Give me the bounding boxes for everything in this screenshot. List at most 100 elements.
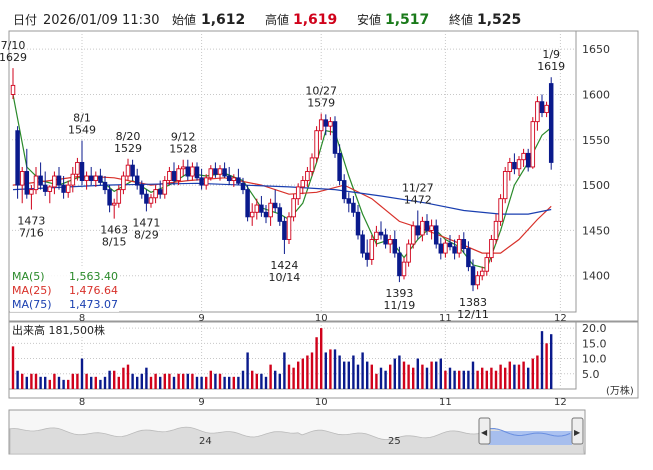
volume-bar xyxy=(113,370,116,389)
extreme-annotation: 1463 8/15 xyxy=(100,224,128,249)
volume-bar xyxy=(416,358,419,389)
volume-bar xyxy=(140,373,143,389)
volume-bar xyxy=(435,361,438,389)
volume-bar xyxy=(384,370,387,389)
ma-legend-name: MA(75) xyxy=(12,298,52,311)
volume-bar xyxy=(398,355,401,389)
volume-bar xyxy=(462,370,465,389)
volume-bar xyxy=(34,373,38,389)
volume-bar xyxy=(490,367,493,389)
volume-bar xyxy=(30,373,33,389)
volume-label: 出来高 181,500株 xyxy=(12,323,105,337)
ma-legend-name: MA(25) xyxy=(12,284,52,297)
volume-bar xyxy=(508,361,511,389)
volume-month-tick-label: 8 xyxy=(79,397,85,408)
ma-legend-name: MA(5) xyxy=(12,270,45,283)
date-value: 2026/01/09 11:30 xyxy=(43,13,160,28)
volume-bar xyxy=(209,370,212,389)
navigator-right-arrow-icon: ▶ xyxy=(574,428,581,437)
volume-bar xyxy=(292,367,295,389)
volume-month-axis: 8910111226/1 xyxy=(79,397,567,408)
volume-bar xyxy=(126,364,130,389)
candle xyxy=(286,212,292,245)
volume-axis: 20.0 15.0 10.0 5.0 xyxy=(582,322,607,381)
volume-bar xyxy=(467,370,470,389)
volume-bar xyxy=(25,376,28,389)
volume-bar xyxy=(200,376,203,389)
low-label: 安値 xyxy=(357,12,381,27)
ma-legend: MA(5) 1,563.40 MA(25) 1,476.64 MA(75) 1,473.0… xyxy=(10,266,119,312)
extreme-annotation: 1393 11/19 xyxy=(384,287,416,312)
price-axis: 1400 1450 1500 1550 1600 1650 xyxy=(582,43,610,283)
extreme-annotation: 10/27 1579 xyxy=(305,84,337,109)
price-tick-label: 1500 xyxy=(582,179,610,192)
volume-bar xyxy=(186,373,189,389)
volume-bar xyxy=(177,373,180,389)
volume-bar xyxy=(444,370,447,389)
volume-bar xyxy=(205,376,208,389)
volume-bar xyxy=(329,349,332,389)
volume-bar xyxy=(71,373,74,389)
volume-bar xyxy=(287,364,291,389)
volume-bar xyxy=(264,376,268,389)
volume-bar xyxy=(57,376,61,389)
extreme-annotation: 8/20 1529 xyxy=(114,130,142,155)
navigator-label-24: 24 xyxy=(199,436,212,447)
volume-bar xyxy=(517,364,521,389)
volume-month-tick-label: 12 xyxy=(554,397,567,408)
extreme-annotation: 7/10 1629 xyxy=(0,39,27,64)
volume-bar xyxy=(85,373,88,389)
open-value: 1,612 xyxy=(201,12,245,28)
volume-bar xyxy=(347,361,350,389)
navigator-right-handle[interactable]: ▶ xyxy=(571,417,584,445)
volume-bar xyxy=(379,367,383,389)
volume-bar xyxy=(16,370,19,389)
extreme-annotation: 11/27 1472 xyxy=(402,181,434,206)
close-value: 1,525 xyxy=(477,12,521,28)
volume-month-tick-label: 9 xyxy=(198,397,204,408)
volume-bar xyxy=(232,376,235,389)
navigator-left-handle[interactable]: ◀ xyxy=(478,417,491,445)
candle xyxy=(502,166,508,204)
range-navigator[interactable]: ◀ ▶ 24 25 xyxy=(8,409,586,455)
volume-bar xyxy=(260,373,263,389)
volume-bar xyxy=(223,376,226,389)
volume-unit: (万株) xyxy=(606,384,634,397)
volume-bar xyxy=(343,361,346,389)
volume-bar xyxy=(48,379,51,389)
volume-bar xyxy=(458,370,461,389)
volume-bar xyxy=(494,370,498,389)
volume-bar xyxy=(370,364,373,389)
volume-bar xyxy=(214,373,217,389)
volume-bar xyxy=(481,367,484,389)
volume-bar xyxy=(39,376,42,389)
volume-bar xyxy=(430,361,433,389)
candle xyxy=(332,116,338,158)
volume-bar xyxy=(163,373,166,389)
candle xyxy=(548,77,554,170)
navigator-selection[interactable] xyxy=(488,431,572,445)
candle xyxy=(245,185,250,222)
volume-bar xyxy=(522,361,525,389)
price-tick-label: 1600 xyxy=(582,88,610,101)
volume-bar xyxy=(241,370,245,389)
price-panel: 140014501500155016001650 8910111226/1 7/… xyxy=(0,30,639,324)
date-label: 日付 xyxy=(13,13,37,27)
volume-bar xyxy=(531,358,534,389)
volume-tick-label: 15.0 xyxy=(582,337,607,350)
volume-bar xyxy=(338,355,341,389)
volume-bar xyxy=(540,331,544,389)
volume-bar xyxy=(145,367,148,389)
extreme-annotation: 1383 12/11 xyxy=(457,296,489,321)
volume-bar xyxy=(11,346,15,389)
volume-bar xyxy=(324,352,327,389)
volume-bar xyxy=(485,370,488,389)
volume-bar xyxy=(136,376,139,389)
volume-bar xyxy=(310,352,314,389)
volume-bar xyxy=(453,370,456,389)
ma-legend-value: 1,563.40 xyxy=(69,270,118,283)
volume-tick-label: 5.0 xyxy=(582,368,600,381)
volume-bar xyxy=(274,370,277,389)
volume-bar xyxy=(108,370,111,389)
volume-bar xyxy=(21,373,24,389)
